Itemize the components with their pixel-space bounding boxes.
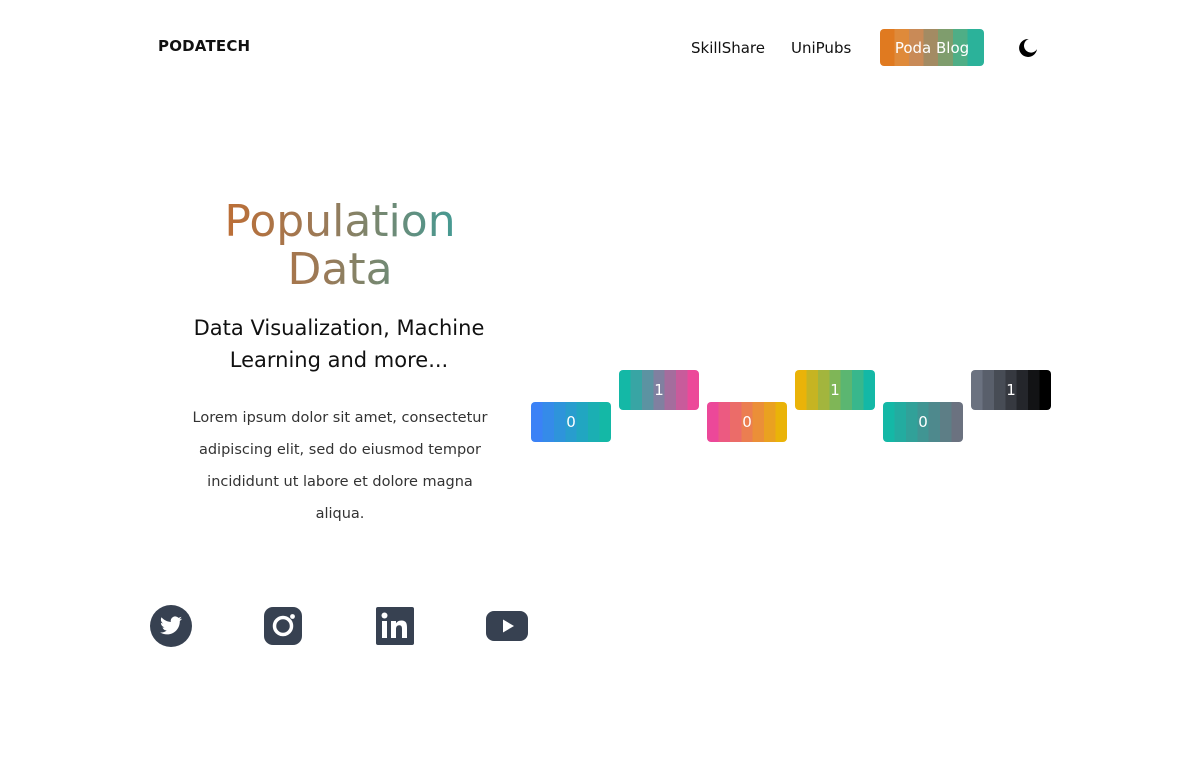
hero-subtitle: Data Visualization, Machine Learning and… (180, 312, 498, 376)
theme-toggle-button[interactable] (1017, 37, 1039, 59)
binary-tile: 1 (971, 370, 1051, 410)
twitter-link[interactable] (149, 604, 193, 648)
instagram-link[interactable] (261, 604, 305, 648)
linkedin-icon (376, 607, 414, 645)
page: PODATECH SkillShare UniPubs Poda Blog Po… (0, 0, 1197, 773)
moon-icon (1019, 38, 1037, 57)
linkedin-link[interactable] (373, 604, 417, 648)
nav-poda-blog-button[interactable]: Poda Blog (880, 29, 984, 66)
youtube-icon (486, 611, 528, 641)
nav-unipubs[interactable]: UniPubs (791, 39, 851, 57)
youtube-link[interactable] (485, 604, 529, 648)
binary-tile: 0 (707, 402, 787, 442)
tile-value: 1 (654, 381, 664, 399)
brand-logo[interactable]: PODATECH (158, 37, 250, 55)
instagram-icon (264, 607, 302, 645)
tile-value: 0 (742, 413, 752, 431)
hero-description: Lorem ipsum dolor sit amet, consectetur … (192, 410, 488, 522)
hero-subtitle-line2: Learning and more... (229, 348, 449, 372)
nav-skillshare[interactable]: SkillShare (691, 39, 765, 57)
binary-tile: 1 (795, 370, 875, 410)
tile-value: 1 (1006, 381, 1016, 399)
twitter-icon (150, 605, 192, 647)
binary-tile: 0 (883, 402, 963, 442)
hero-title-line2: Data (287, 244, 393, 295)
tile-value: 0 (566, 413, 576, 431)
tile-value: 0 (918, 413, 928, 431)
hero-title-line1: Population (224, 196, 456, 247)
binary-tile: 1 (619, 370, 699, 410)
hero-title: Population Data (190, 198, 490, 294)
tile-value: 1 (830, 381, 840, 399)
hero-subtitle-line1: Data Visualization, Machine (193, 316, 485, 340)
binary-tile: 0 (531, 402, 611, 442)
